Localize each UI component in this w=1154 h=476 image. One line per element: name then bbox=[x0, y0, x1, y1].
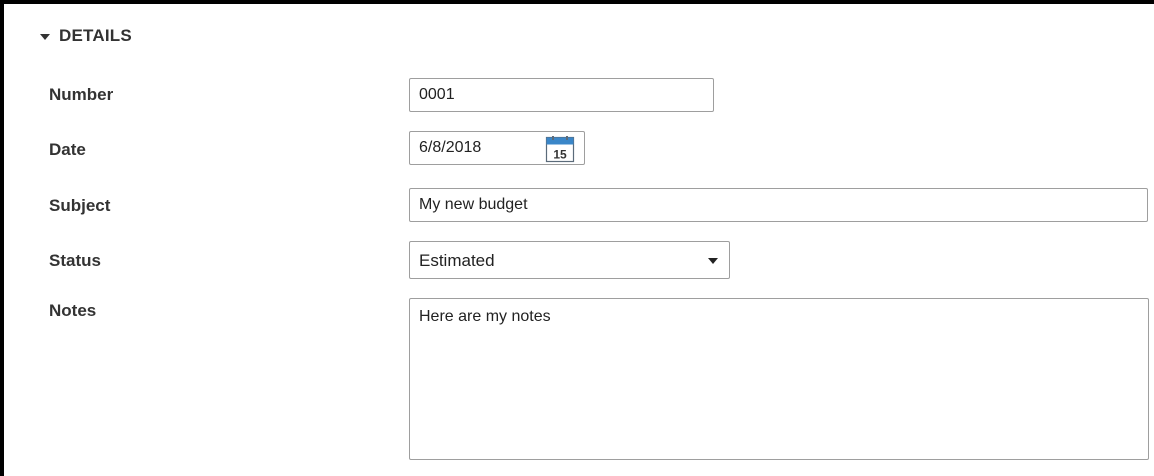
calendar-day: 15 bbox=[553, 148, 567, 162]
number-input[interactable] bbox=[409, 78, 714, 112]
calendar-button[interactable]: 15 bbox=[545, 136, 575, 163]
section-title: DETAILS bbox=[59, 26, 132, 45]
number-label: Number bbox=[49, 85, 114, 104]
status-selected-value: Estimated bbox=[419, 251, 495, 270]
calendar-icon: 15 bbox=[545, 136, 575, 163]
details-panel: DETAILS Number Date 15 Subject Status Es… bbox=[0, 0, 1154, 476]
date-label: Date bbox=[49, 140, 86, 159]
details-section-toggle[interactable]: DETAILS bbox=[40, 24, 132, 48]
caret-down-icon bbox=[40, 33, 50, 40]
notes-label: Notes bbox=[49, 301, 97, 320]
caret-down-icon bbox=[708, 258, 718, 264]
subject-label: Subject bbox=[49, 196, 111, 215]
status-select[interactable]: Estimated bbox=[409, 241, 730, 279]
subject-input[interactable] bbox=[409, 188, 1148, 222]
status-label: Status bbox=[49, 251, 101, 270]
notes-textarea[interactable]: Here are my notes bbox=[409, 298, 1149, 460]
